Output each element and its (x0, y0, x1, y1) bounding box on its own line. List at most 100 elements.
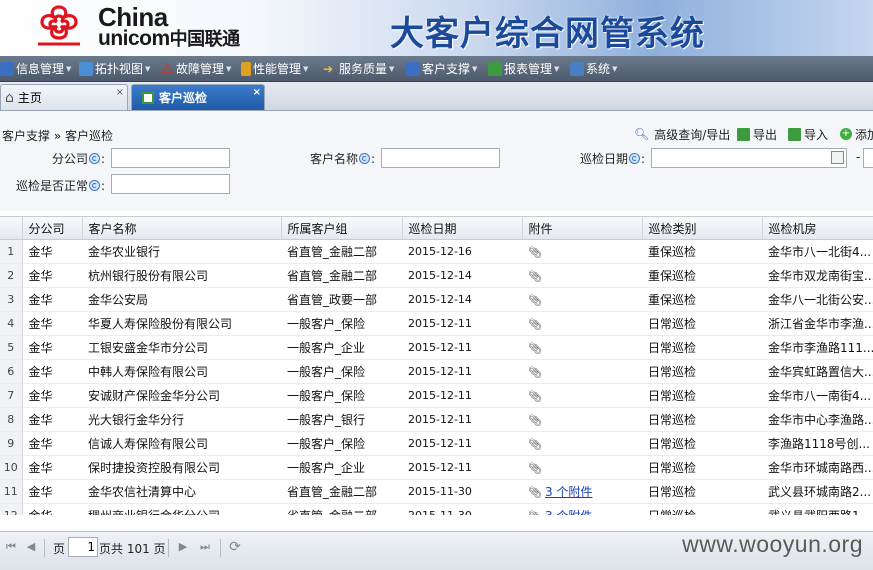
close-icon[interactable]: × (253, 87, 261, 98)
column-header[interactable]: 所属客户组 (281, 217, 403, 240)
cell-customer-name: 工银安盛金华市分公司 (82, 335, 281, 360)
table-row[interactable]: 6 金华 中韩人寿保险有限公司 一般客户_保险 2015-12-11 📎︎ 日常巡检 金华宾虹… (0, 359, 873, 384)
table-row[interactable]: 3 金华 金华公安局 省直管_政要一部 2015-12-14 📎︎ 重保巡检 金华八一北街公安… (0, 287, 873, 312)
table-row[interactable]: 9 金华 信诚人寿保险有限公司 一般客户_保险 2015-12-11 📎︎ 日常巡检 李渔路1… (0, 431, 873, 456)
paperclip-icon[interactable]: 📎︎ (528, 342, 542, 355)
attachment-link[interactable]: 3 个附件 (545, 509, 592, 515)
next-page-icon[interactable]: ▶ (176, 540, 190, 554)
cell-inspection-date: 2015-12-14 (402, 263, 522, 288)
paperclip-icon[interactable]: 📎︎ (528, 510, 542, 515)
column-header[interactable]: 巡检类别 (642, 217, 763, 240)
cell-inspection-date: 2015-12-11 (402, 383, 522, 408)
advanced-query-label: 高级查询/导出 (654, 127, 731, 142)
menu-customer-support[interactable]: 客户支撑 ▼ (406, 60, 477, 78)
pager-separator (168, 539, 169, 557)
inspection-normal-input[interactable] (111, 174, 230, 194)
paperclip-icon[interactable]: 📎︎ (528, 294, 542, 307)
table-row[interactable]: 2 金华 杭州银行股份有限公司 省直管_金融二部 2015-12-14 📎︎ 重保巡检 金华市… (0, 263, 873, 288)
menu-service-quality[interactable]: ➔ 服务质量 ▼ (323, 60, 394, 78)
customer-name-input[interactable] (381, 148, 500, 168)
pager-separator (44, 539, 45, 557)
branch-label-text: 分公司 (52, 152, 89, 166)
last-page-icon[interactable]: ⏭ (198, 540, 212, 554)
reset-icon[interactable] (629, 153, 641, 164)
cell-inspection-room: 浙江省金华市李渔... (762, 311, 873, 336)
current-page-input[interactable]: 1 (68, 537, 98, 557)
paperclip-icon[interactable]: 📎︎ (528, 438, 542, 451)
column-header[interactable]: 附件 (522, 217, 643, 240)
table-row[interactable]: 12金华稠州商业银行金华分公司省直管_金融二部2015-11-30📎︎3 个附件… (0, 503, 873, 515)
logo-text-unicom: unicom中国联通 (98, 27, 240, 51)
menu-system[interactable]: 系统 ▼ (570, 60, 617, 78)
tab-home[interactable]: ⌂ 主页 × (0, 84, 128, 110)
cell-inspection-room: 金华市李渔路111... (762, 335, 873, 360)
paperclip-icon[interactable]: 📎︎ (528, 414, 542, 427)
menu-info-management[interactable]: 信息管理 ▼ (0, 60, 71, 78)
column-header[interactable]: 巡检日期 (402, 217, 523, 240)
calendar-icon[interactable] (831, 151, 844, 164)
branch-input[interactable] (111, 148, 230, 168)
paperclip-icon[interactable]: 📎︎ (528, 462, 542, 475)
paperclip-icon[interactable]: 📎︎ (528, 246, 542, 259)
cell-inspection-date: 2015-12-11 (402, 407, 522, 432)
table-row[interactable]: 7 金华 安诚财产保险金华分公司 一般客户_保险 2015-12-11 📎︎ 日常巡检 金华市… (0, 383, 873, 408)
menu-topology-view[interactable]: 拓扑视图 ▼ (79, 60, 150, 78)
import-button[interactable]: 导入 (788, 126, 828, 142)
tab-customer-inspection[interactable]: 客户巡检 × (131, 84, 265, 110)
menu-label: 拓扑视图 (95, 62, 144, 76)
advanced-query-button[interactable]: 🔍︎ 高级查询/导出 (634, 126, 730, 142)
reset-icon[interactable] (89, 153, 101, 164)
cell-attachment: 📎︎ (522, 359, 642, 384)
menu-label: 故障管理 (176, 62, 225, 76)
column-header[interactable]: 巡检机房 (762, 217, 873, 240)
table-row[interactable]: 5 金华 工银安盛金华市分公司 一般客户_企业 2015-12-11 📎︎ 日常巡检 金华市李… (0, 335, 873, 360)
export-button[interactable]: 导出 (737, 126, 777, 142)
date-to-input[interactable] (863, 148, 873, 168)
cell-inspection-type: 日常巡检 (642, 407, 762, 432)
column-header[interactable]: 客户名称 (82, 217, 282, 240)
prev-page-icon[interactable]: ◀ (24, 540, 38, 554)
paperclip-icon[interactable]: 📎︎ (528, 390, 542, 403)
cell-customer-name: 华夏人寿保险股份有限公司 (82, 311, 281, 336)
support-icon (406, 62, 420, 76)
table-row[interactable]: 4 金华 华夏人寿保险股份有限公司 一般客户_保险 2015-12-11 📎︎ 日常巡检 浙江… (0, 311, 873, 336)
column-header[interactable]: 分公司 (22, 217, 83, 240)
date-from-input[interactable] (651, 148, 847, 168)
reset-icon[interactable] (359, 153, 371, 164)
table-row[interactable]: 8 金华 光大银行金华分行 一般客户_银行 2015-12-11 📎︎ 日常巡检 金华市中心李… (0, 407, 873, 432)
add-button[interactable]: + 添加 (840, 126, 873, 142)
menu-report-management[interactable]: 报表管理 ▼ (488, 60, 559, 78)
paperclip-icon[interactable]: 📎︎ (528, 366, 542, 379)
menu-arrow-icon: ▼ (303, 65, 309, 73)
cell-customer-name: 光大银行金华分行 (82, 407, 281, 432)
table-row[interactable]: 11 金华 金华农信社清算中心 省直管_金融二部 2015-11-30 📎︎ 3 个附件 日常… (0, 479, 873, 504)
date-label-text: 巡检日期 (580, 152, 629, 166)
menu-performance-management[interactable]: 性能管理 ▼ (241, 60, 308, 78)
performance-icon (241, 62, 251, 76)
row-number: 8 (0, 407, 23, 432)
cell-customer-name: 信诚人寿保险有限公司 (82, 431, 281, 456)
paperclip-icon[interactable]: 📎︎ (528, 270, 542, 283)
reset-icon[interactable] (89, 180, 101, 191)
paperclip-icon[interactable]: 📎︎ (528, 486, 542, 499)
table-row[interactable]: 10 金华 保时捷投资控股有限公司 一般客户_企业 2015-12-11 📎︎ 日常巡检 金华… (0, 455, 873, 480)
menu-fault-management[interactable]: ⚠ 故障管理 ▼ (160, 60, 232, 78)
cell-inspection-date: 2015-11-30 (402, 479, 522, 504)
row-number: 7 (0, 383, 23, 408)
first-page-icon[interactable]: ⏮ (4, 540, 18, 554)
customer-label-text: 客户名称 (310, 152, 359, 166)
cell-branch: 金华 (22, 263, 82, 288)
refresh-icon[interactable]: ⟳ (228, 540, 242, 554)
search-icon: 🔍︎ (634, 127, 650, 141)
cell-inspection-date: 2015-11-30 (402, 503, 522, 515)
add-icon: + (840, 128, 852, 140)
system-icon (570, 62, 584, 76)
table-row[interactable]: 1 金华 金华农业银行 省直管_金融二部 2015-12-16 📎︎ 重保巡检 金华市八一北街… (0, 239, 873, 264)
menu-label: 服务质量 (339, 62, 388, 76)
attachment-link[interactable]: 3 个附件 (545, 485, 592, 499)
cell-inspection-type: 重保巡检 (642, 239, 762, 264)
header-banner: China unicom中国联通 大客户综合网管系统 (0, 0, 873, 56)
cell-inspection-type: 日常巡检 (642, 479, 762, 504)
paperclip-icon[interactable]: 📎︎ (528, 318, 542, 331)
close-icon[interactable]: × (116, 87, 124, 98)
